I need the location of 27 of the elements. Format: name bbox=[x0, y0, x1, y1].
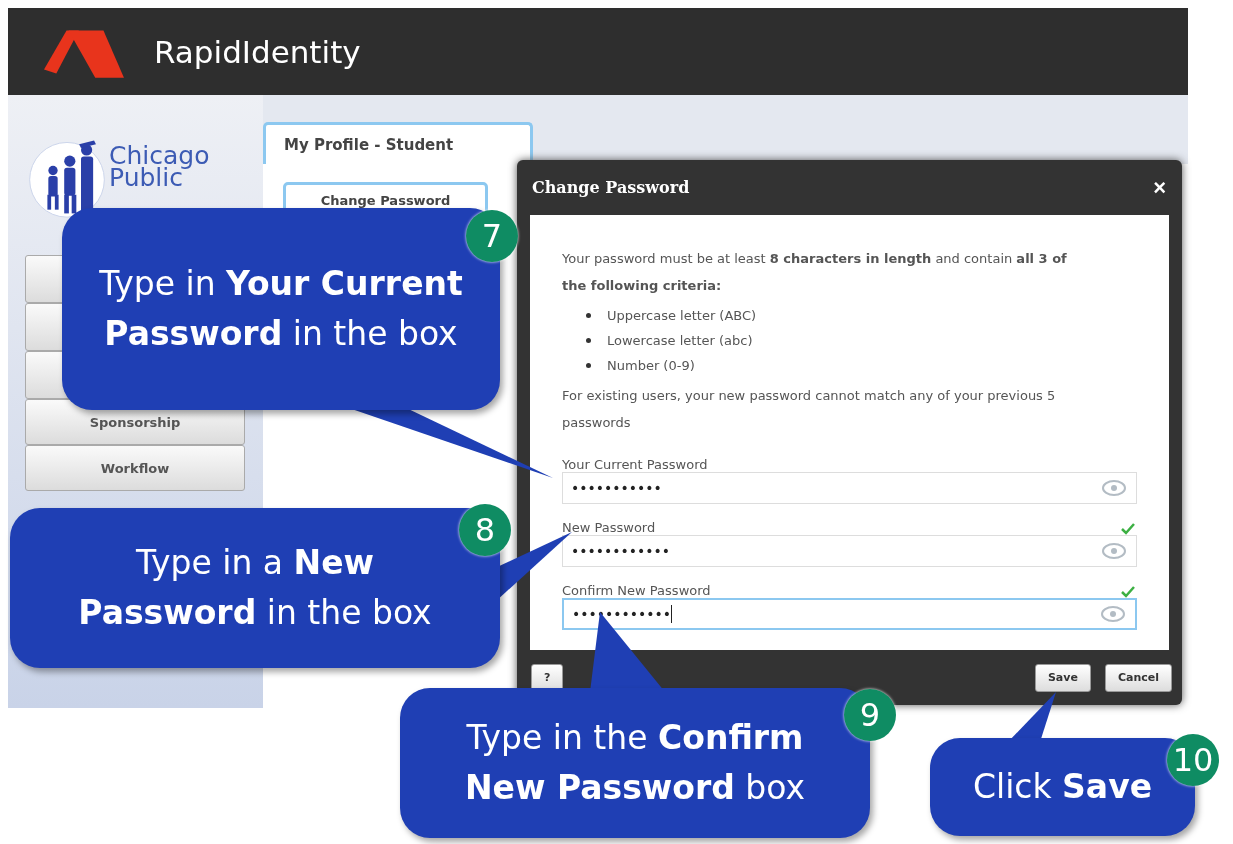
dialog-button[interactable]: Cancel bbox=[1104, 663, 1172, 692]
password-history-note: For existing users, your new password cannot match any of your previous 5 passwords bbox=[562, 387, 1057, 432]
dialog-button[interactable]: Save bbox=[1034, 663, 1091, 692]
eye-icon[interactable] bbox=[1102, 543, 1126, 559]
password-rules-text: Your password must be at least 8 characters in length and contain all 3 of the following criteria: bbox=[562, 250, 1068, 295]
criteria-item: Lowercase letter (abc) bbox=[607, 333, 753, 348]
field-label: Your Current Password bbox=[562, 457, 708, 472]
school-name: Chicago bbox=[109, 145, 210, 167]
password-field[interactable]: ••••••••••• bbox=[562, 472, 1137, 504]
criteria-item: Number (0-9) bbox=[607, 358, 695, 373]
nav-button[interactable]: Workflow bbox=[25, 445, 245, 491]
school-name: Public bbox=[109, 167, 183, 189]
password-field[interactable]: •••••••••••• bbox=[562, 535, 1137, 567]
password-field[interactable]: •••••••••••• bbox=[562, 598, 1137, 630]
field-label: New Password bbox=[562, 520, 656, 535]
close-button[interactable]: × bbox=[1147, 173, 1172, 202]
bullet-icon bbox=[586, 338, 591, 343]
profile-tab[interactable]: My Profile - Student bbox=[263, 122, 533, 164]
step-number: 10 bbox=[1167, 734, 1219, 786]
field-label: Confirm New Password bbox=[562, 583, 711, 598]
dialog-title: Change Password bbox=[532, 178, 690, 197]
brand-name: RapidIdentity bbox=[154, 33, 361, 70]
eye-icon[interactable] bbox=[1102, 480, 1126, 496]
bullet-icon bbox=[586, 313, 591, 318]
eye-icon[interactable] bbox=[1101, 606, 1125, 622]
criteria-item: Uppercase letter (ABC) bbox=[607, 308, 757, 323]
bullet-icon bbox=[586, 363, 591, 368]
